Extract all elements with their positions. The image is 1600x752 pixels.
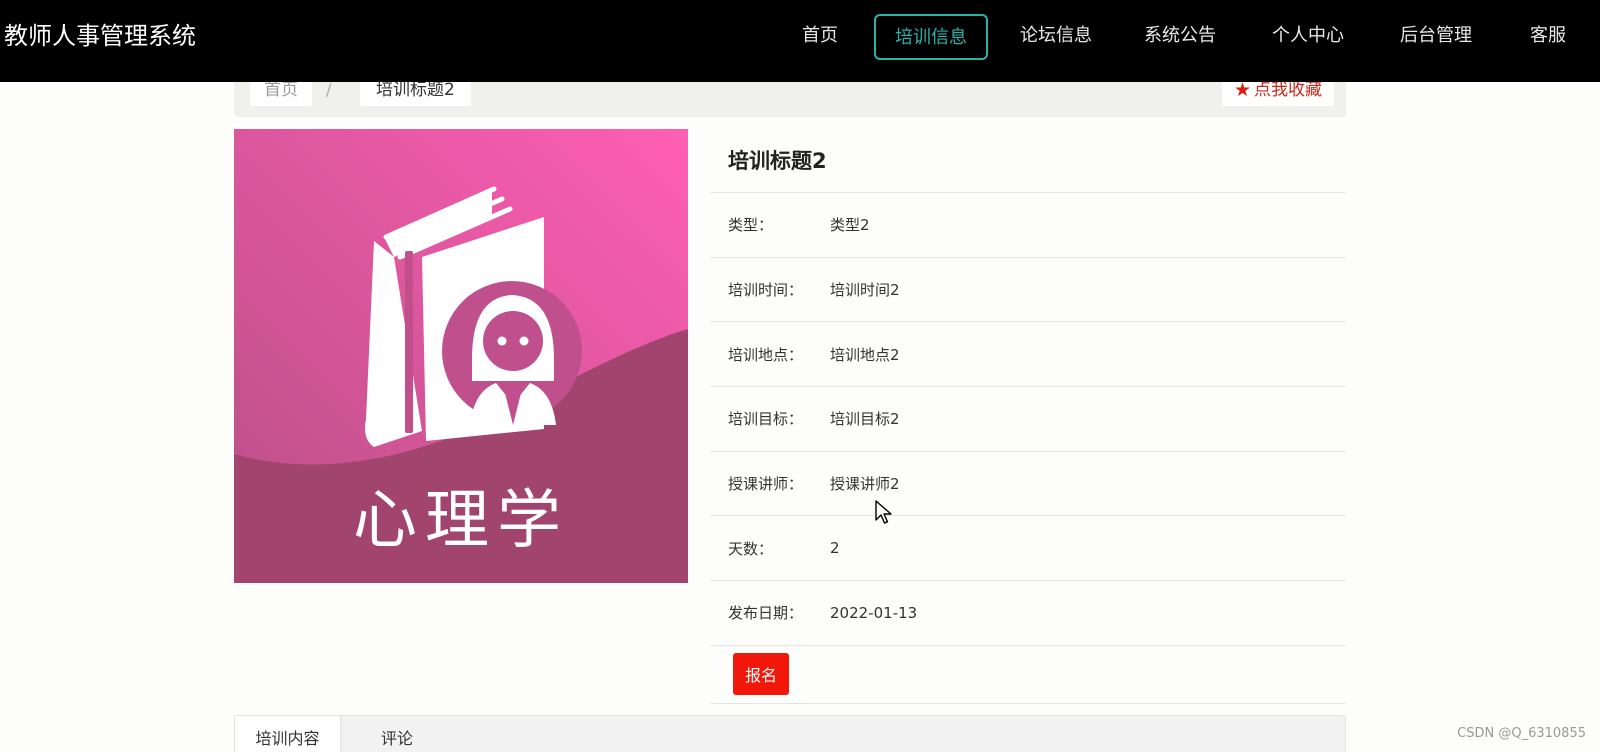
- row-value: 培训目标2: [830, 410, 900, 429]
- detail-row-type: 类型： 类型2: [710, 193, 1346, 258]
- row-value: 2022-01-13: [830, 603, 918, 622]
- mouse-cursor-icon: [875, 500, 892, 524]
- signup-button[interactable]: 报名: [733, 653, 790, 696]
- nav-personal-center[interactable]: 个人中心: [1266, 14, 1350, 60]
- nav-admin[interactable]: 后台管理: [1394, 14, 1478, 60]
- row-label: 发布日期：: [728, 604, 804, 623]
- site-title[interactable]: 教师人事管理系统: [4, 0, 196, 72]
- nav-customer-service[interactable]: 客服: [1522, 14, 1574, 60]
- detail-panel: 培训标题2 类型： 类型2 培训时间： 培训时间2 培训地点： 培训地点2 培训…: [710, 129, 1346, 704]
- detail-row-time: 培训时间： 培训时间2: [710, 258, 1346, 323]
- cover-image: 心理学: [234, 129, 688, 583]
- watermark: CSDN @Q_6310855: [1457, 726, 1586, 741]
- top-nav-bar: 教师人事管理系统 首页 培训信息 论坛信息 系统公告 个人中心 后台管理 客服: [0, 0, 1600, 82]
- row-value: 2: [830, 539, 840, 558]
- row-label: 类型：: [728, 216, 774, 235]
- row-label: 授课讲师：: [728, 475, 804, 494]
- row-label: 培训目标：: [728, 410, 804, 429]
- row-label: 天数：: [728, 539, 774, 558]
- nav-home[interactable]: 首页: [792, 14, 848, 60]
- tab-comments[interactable]: 评论: [381, 716, 413, 752]
- tab-training-content[interactable]: 培训内容: [235, 716, 341, 752]
- row-label: 培训地点：: [728, 345, 804, 364]
- action-row: 报名: [710, 646, 1346, 704]
- content-tabs: 培训内容 评论: [234, 715, 1346, 752]
- row-label: 培训时间：: [728, 281, 804, 300]
- row-value: 授课讲师2: [830, 475, 900, 494]
- detail-row-publish-date: 发布日期： 2022-01-13: [710, 581, 1346, 646]
- row-value: 培训时间2: [830, 281, 900, 300]
- detail-row-days: 天数： 2: [710, 516, 1346, 582]
- nav-forum-info[interactable]: 论坛信息: [1014, 14, 1098, 60]
- cover-caption: 心理学: [353, 484, 569, 558]
- nav-training-info[interactable]: 培训信息: [874, 14, 988, 60]
- nav-system-notice[interactable]: 系统公告: [1138, 14, 1222, 60]
- detail-title: 培训标题2: [710, 129, 1346, 193]
- detail-row-goal: 培训目标： 培训目标2: [710, 387, 1346, 452]
- row-value: 类型2: [830, 216, 870, 235]
- detail-row-location: 培训地点： 培训地点2: [710, 322, 1346, 388]
- detail-row-lecturer: 授课讲师： 授课讲师2: [710, 452, 1346, 517]
- row-value: 培训地点2: [830, 345, 900, 364]
